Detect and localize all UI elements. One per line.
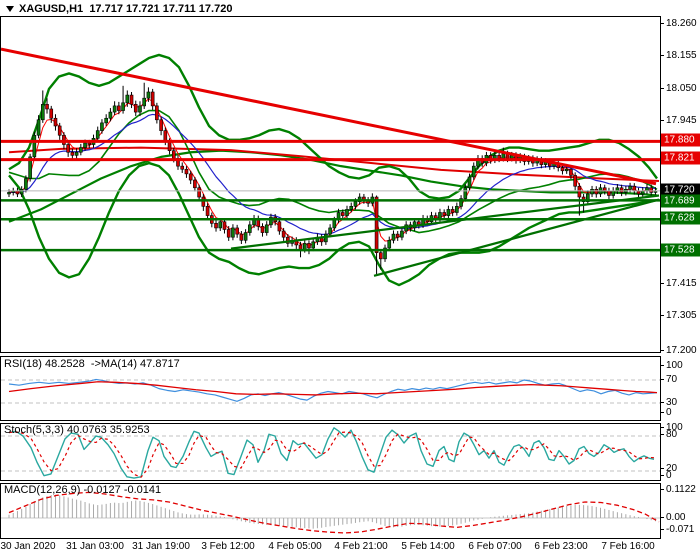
axis-tick: 0.00 <box>660 511 685 523</box>
axis-tick: 18.260 <box>660 17 697 29</box>
time-axis-label: 6 Feb 07:00 <box>468 541 522 552</box>
axis-tick: 17.200 <box>660 344 697 356</box>
time-axis-label: 4 Feb 21:00 <box>334 541 388 552</box>
rsi-indicator-label: RSI(18) 48.2528 ->MA(14) 47.8717 <box>4 358 180 370</box>
price-badge-17.880: 17.880 <box>661 133 700 147</box>
time-axis-label: 3 Feb 12:00 <box>201 541 255 552</box>
axis-tick: 80 <box>660 428 677 440</box>
axis-tick: 0.1122 <box>660 483 696 495</box>
time-axis-label: 30 Jan 2020 <box>0 541 56 552</box>
time-axis-label: 31 Jan 19:00 <box>132 541 190 552</box>
stochastic-indicator-label: Stoch(5,3,3) 40.0763 35.9253 <box>4 424 150 436</box>
quote-values: 17.717 17.721 17.711 17.720 <box>89 3 233 15</box>
time-axis-label: 7 Feb 16:00 <box>601 541 655 552</box>
chart-title: XAGUSD,H1 17.717 17.721 17.711 17.720 <box>6 2 232 16</box>
axis-tick: 100 <box>660 359 683 371</box>
axis-tick: 0 <box>660 469 672 481</box>
main-price-panel <box>0 16 661 353</box>
axis-tick: 17.945 <box>660 115 697 127</box>
time-axis[interactable]: 30 Jan 2020 31 Jan 03:00 31 Jan 19:00 3 Feb… <box>0 541 700 557</box>
price-badge-17.628: 17.628 <box>661 211 700 225</box>
axis-tick: 70 <box>660 373 677 385</box>
axis-tick: 17.305 <box>660 310 697 322</box>
axis-tick: 18.155 <box>660 50 697 62</box>
axis-tick: 18.050 <box>660 82 697 94</box>
time-axis-label: 4 Feb 05:00 <box>268 541 322 552</box>
time-axis-label: 5 Feb 14:00 <box>401 541 455 552</box>
axis-tick: 0 <box>660 406 672 418</box>
price-axis[interactable]: 18.260 18.155 18.050 17.945 17.415 17.305 17.2… <box>660 0 700 560</box>
time-axis-label: 31 Jan 03:00 <box>66 541 124 552</box>
price-badge-17.821: 17.821 <box>661 151 700 165</box>
mt4-chart-window: XAGUSD,H1 17.717 17.721 17.711 17.720 RS… <box>0 0 700 560</box>
symbol-dropdown-icon[interactable] <box>6 6 14 12</box>
time-axis-label: 6 Feb 23:00 <box>534 541 588 552</box>
price-badge-17.528: 17.528 <box>661 243 700 257</box>
axis-tick: 17.415 <box>660 277 697 289</box>
symbol-timeframe-label: XAGUSD,H1 <box>19 3 84 15</box>
macd-indicator-label: MACD(12,26,9) -0.0127 -0.0141 <box>4 484 162 496</box>
price-chart-canvas[interactable] <box>1 17 660 352</box>
price-badge-17.689: 17.689 <box>661 194 700 208</box>
axis-tick: -0.071 <box>660 523 694 535</box>
